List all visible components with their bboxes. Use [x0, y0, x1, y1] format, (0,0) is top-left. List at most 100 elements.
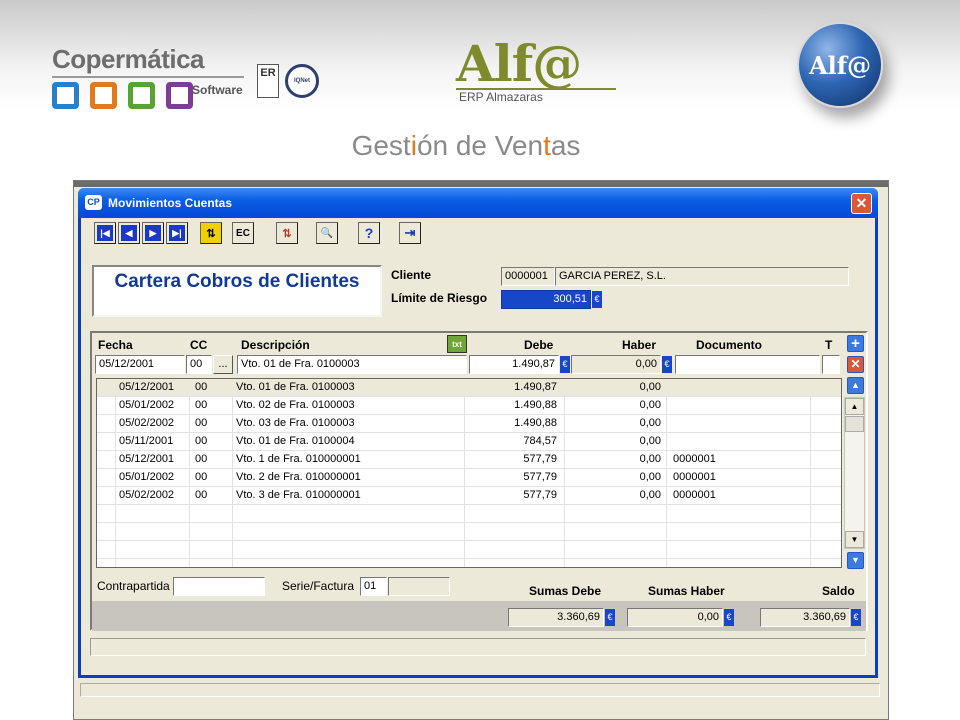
previous-icon: ◀ — [121, 225, 137, 241]
table-row[interactable] — [97, 541, 841, 559]
cell-debe: 1.490,88 — [514, 399, 557, 411]
factura-input[interactable] — [388, 577, 450, 596]
edit-cc-input[interactable]: 00 — [186, 355, 212, 374]
edit-documento-input[interactable] — [675, 355, 820, 374]
cell-cc: 00 — [195, 489, 208, 501]
exit-icon: ⇥ — [404, 225, 416, 240]
edit-row: 05/12/2001 00 ... Vto. 01 de Fra. 010000… — [92, 355, 842, 377]
help-icon: ? — [364, 225, 374, 241]
table-row[interactable]: 05/11/2001 00 Vto. 01 de Fra. 0100004 784,5… — [97, 433, 841, 451]
cell-documento: 0000001 — [673, 471, 716, 483]
ec-icon: EC — [236, 227, 250, 239]
riesgo-field[interactable]: 300,51 — [501, 290, 591, 309]
cell-cc: 00 — [195, 399, 208, 411]
brand-rule — [52, 76, 244, 78]
cell-cc: 00 — [195, 471, 208, 483]
brand-square-green — [128, 82, 155, 109]
first-icon: |◀ — [97, 225, 113, 241]
cell-debe: 1.490,87 — [514, 381, 557, 393]
cell-cc: 00 — [195, 417, 208, 429]
col-fecha: Fecha — [98, 338, 133, 352]
movements-grid[interactable]: 05/12/2001 00 Vto. 01 de Fra. 0100003 1.490… — [96, 378, 842, 568]
cell-documento — [673, 397, 813, 415]
help-button[interactable]: ? — [358, 222, 380, 244]
next-record-button[interactable]: ▶ — [142, 222, 164, 244]
search-button[interactable]: 🔍 — [316, 222, 338, 244]
grid-header: Fecha CC Descripción txt Debe Haber Docu… — [92, 333, 842, 353]
brand-square-orange — [90, 82, 117, 109]
window-title: Movimientos Cuentas — [108, 196, 233, 210]
alfa-tagline: ERP Almazaras — [459, 90, 543, 104]
col-cc: CC — [190, 338, 208, 352]
riesgo-currency-icon: € — [592, 291, 602, 308]
edit-t-input[interactable] — [822, 355, 840, 374]
scroll-up-icon[interactable]: ▲ — [845, 398, 864, 415]
title-bar[interactable]: CP Movimientos Cuentas ✕ — [78, 188, 878, 218]
txt-button[interactable]: txt — [447, 335, 467, 353]
exit-button[interactable]: ⇥ — [399, 222, 421, 244]
scroll-bottom-icon[interactable]: ▼ — [847, 552, 864, 569]
sort-icon: ⇅ — [282, 227, 292, 240]
serie-label: Serie/Factura — [282, 579, 355, 593]
scroll-thumb[interactable] — [845, 416, 864, 432]
edit-descripcion-input[interactable]: Vto. 01 de Fra. 0100003 — [237, 355, 467, 374]
table-row[interactable] — [97, 505, 841, 523]
cell-debe: 1.490,88 — [514, 417, 557, 429]
close-button[interactable]: ✕ — [851, 193, 872, 214]
table-row[interactable]: 05/02/2002 00 Vto. 03 de Fra. 0100003 1.490… — [97, 415, 841, 433]
cell-descripcion: Vto. 2 de Fra. 010000001 — [236, 471, 361, 483]
scroll-down-icon[interactable]: ▼ — [845, 531, 864, 548]
col-debe: Debe — [524, 338, 554, 352]
grid-scrollbar[interactable]: ▲ ▼ — [844, 397, 865, 549]
serie-input[interactable]: 01 — [360, 577, 387, 596]
brand-squares — [52, 82, 193, 109]
next-icon: ▶ — [145, 225, 161, 241]
brand-square-purple — [166, 82, 193, 109]
cell-descripcion: Vto. 1 de Fra. 010000001 — [236, 453, 361, 465]
orb-label: Alf@ — [808, 50, 872, 80]
first-record-button[interactable]: |◀ — [94, 222, 116, 244]
col-t: T — [825, 338, 833, 352]
cell-haber: 0,00 — [639, 489, 661, 501]
cell-documento — [673, 379, 813, 397]
sort-button[interactable]: ⇅ — [276, 222, 298, 244]
table-row[interactable]: 05/02/2002 00 Vto. 3 de Fra. 010000001 577,… — [97, 487, 841, 505]
cell-documento — [673, 415, 813, 433]
previous-record-button[interactable]: ◀ — [118, 222, 140, 244]
ec-button[interactable]: EC — [232, 222, 254, 244]
cell-descripcion: Vto. 01 de Fra. 0100003 — [236, 381, 355, 393]
cell-descripcion: Vto. 3 de Fra. 010000001 — [236, 489, 361, 501]
edit-haber-input[interactable]: 0,00 — [571, 355, 661, 374]
cell-haber: 0,00 — [639, 435, 661, 447]
swap-button[interactable]: ⇅ — [200, 222, 222, 244]
cell-descripcion: Vto. 02 de Fra. 0100003 — [236, 399, 355, 411]
cliente-code-field[interactable]: 0000001 — [501, 267, 555, 286]
sumas-debe-currency-icon: € — [605, 609, 615, 626]
table-row[interactable]: 05/01/2002 00 Vto. 2 de Fra. 010000001 577,… — [97, 469, 841, 487]
app-icon: CP — [85, 195, 102, 210]
edit-debe-input[interactable]: 1.490,87 — [469, 355, 559, 374]
table-row[interactable]: 05/01/2002 00 Vto. 02 de Fra. 0100003 1.490… — [97, 397, 841, 415]
saldo-currency-icon: € — [851, 609, 861, 626]
table-row[interactable] — [97, 523, 841, 541]
haber-currency-icon: € — [662, 356, 672, 373]
certification-badges: ER IQNet — [257, 64, 319, 98]
add-row-button[interactable]: + — [847, 335, 864, 352]
cliente-name-field[interactable]: GARCIA PEREZ, S.L. — [555, 267, 849, 286]
cell-documento — [673, 433, 813, 451]
cell-haber: 0,00 — [639, 453, 661, 465]
title-part: ón de Ven — [416, 130, 544, 161]
brand-sub: Software — [192, 83, 243, 97]
delete-row-button[interactable]: ✕ — [847, 356, 864, 373]
totals-band — [92, 601, 866, 631]
table-row[interactable]: 05/12/2001 00 Vto. 1 de Fra. 010000001 577,… — [97, 451, 841, 469]
contrapartida-input[interactable] — [173, 577, 265, 596]
lookup-button[interactable]: ... — [213, 355, 233, 374]
module-title: Cartera Cobros de Clientes — [92, 265, 382, 317]
scroll-top-icon[interactable]: ▲ — [847, 377, 864, 394]
edit-fecha-input[interactable]: 05/12/2001 — [95, 355, 185, 374]
last-record-button[interactable]: ▶| — [166, 222, 188, 244]
table-row[interactable]: 05/12/2001 00 Vto. 01 de Fra. 0100003 1.490… — [97, 379, 841, 397]
brand-name: Copermática — [52, 44, 205, 74]
cell-fecha: 05/12/2001 — [119, 453, 175, 465]
